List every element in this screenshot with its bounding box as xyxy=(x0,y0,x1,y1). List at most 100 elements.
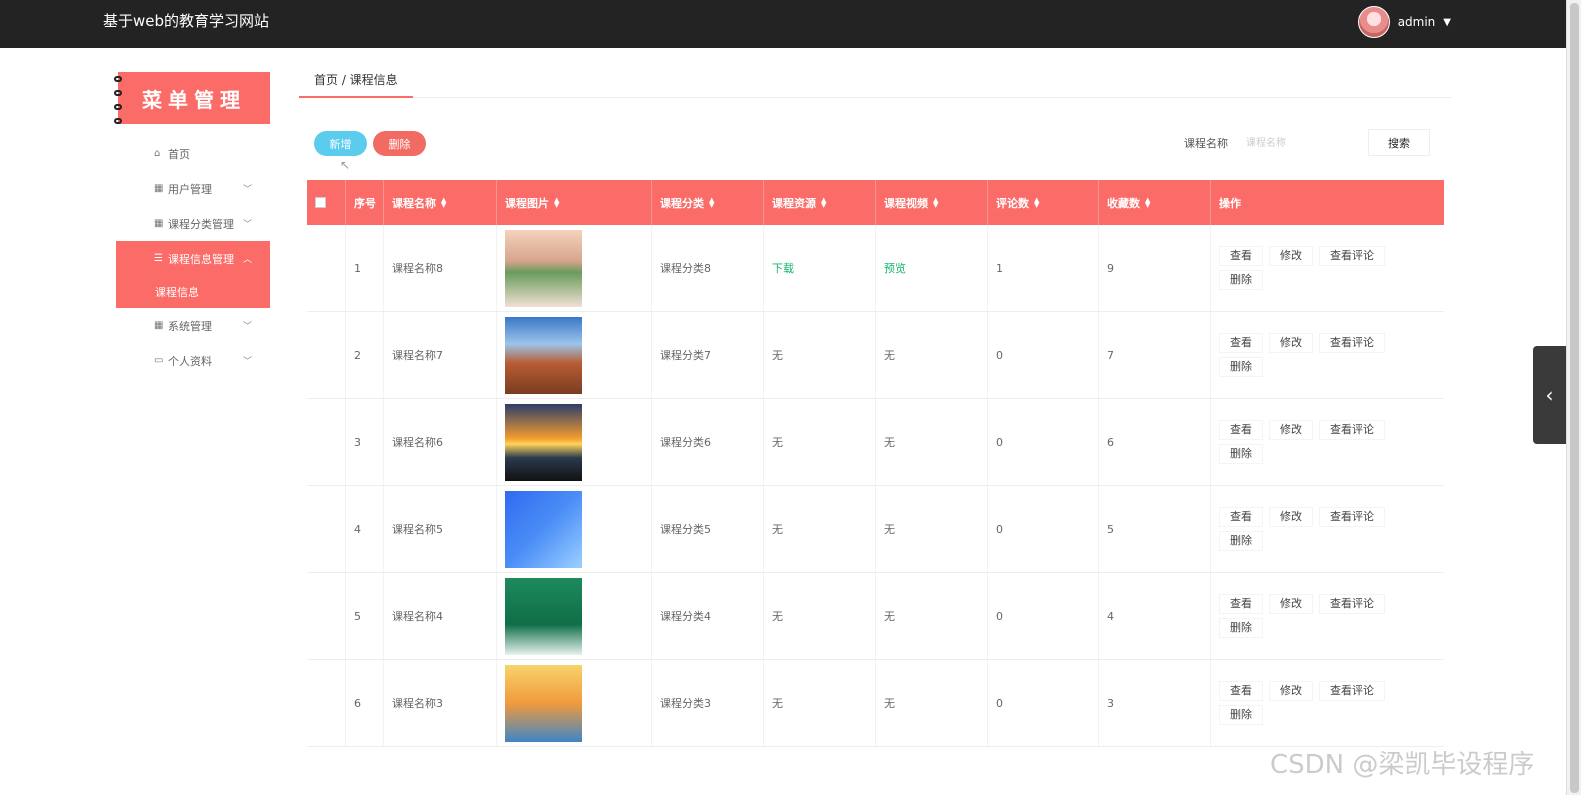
edit-button[interactable]: 修改 xyxy=(1269,420,1313,440)
sort-icon[interactable]: ▲ ▼ xyxy=(933,196,938,208)
search-input[interactable] xyxy=(1238,130,1366,156)
search-label: 课程名称 xyxy=(1184,137,1228,150)
view-comments-button[interactable]: 查看评论 xyxy=(1319,246,1385,266)
column-header[interactable]: 课程分类 ▲ ▼ xyxy=(652,180,764,225)
edit-button[interactable]: 修改 xyxy=(1269,246,1313,266)
delete-row-button[interactable]: 删除 xyxy=(1219,270,1263,290)
course-image[interactable] xyxy=(505,577,582,655)
sort-icon[interactable]: ▲ ▼ xyxy=(1145,196,1150,208)
table-row: 1 课程名称8 课程分类8 下载 预览 1 9 查看 修改 查看评论 删除 xyxy=(307,225,1444,312)
sidebar-item-home[interactable]: ⌂ 首页 xyxy=(116,136,270,171)
scrollbar-thumb[interactable] xyxy=(1570,3,1579,793)
course-image-cell xyxy=(497,573,652,659)
sort-icon[interactable]: ▲ ▼ xyxy=(554,196,559,208)
row-number: 4 xyxy=(346,486,384,572)
home-icon: ⌂ xyxy=(154,148,161,159)
edit-button[interactable]: 修改 xyxy=(1269,507,1313,527)
username[interactable]: admin xyxy=(1398,15,1436,29)
delete-row-button[interactable]: 删除 xyxy=(1219,357,1263,377)
favorite-count: 6 xyxy=(1099,399,1211,485)
delete-row-button[interactable]: 删除 xyxy=(1219,705,1263,725)
course-category: 课程分类8 xyxy=(652,225,764,311)
edit-button[interactable]: 修改 xyxy=(1269,594,1313,614)
avatar[interactable] xyxy=(1357,6,1390,38)
course-image[interactable] xyxy=(505,229,582,307)
collapse-tab[interactable]: ‹ xyxy=(1533,346,1566,444)
view-button[interactable]: 查看 xyxy=(1219,681,1263,701)
sidebar-item-users[interactable]: ▦ 用户管理 ﹀ xyxy=(116,171,270,206)
comment-count: 0 xyxy=(988,312,1099,398)
sidebar-item-system[interactable]: ▦ 系统管理 ﹀ xyxy=(116,308,270,343)
sort-icon[interactable]: ▲ ▼ xyxy=(709,196,714,208)
view-button[interactable]: 查看 xyxy=(1219,420,1263,440)
sidebar-item-course-info[interactable]: ☰ 课程信息管理 ︿ xyxy=(116,241,270,276)
watermark: CSDN @梁凯毕设程序 xyxy=(1270,750,1535,780)
course-video: 无 xyxy=(876,573,988,659)
view-button[interactable]: 查看 xyxy=(1219,246,1263,266)
delete-button[interactable]: 删除 xyxy=(373,131,426,156)
grid-icon: ▦ xyxy=(154,218,164,229)
add-button[interactable]: 新增 xyxy=(314,131,367,156)
table-header: 序号 课程名称 ▲ ▼ 课程图片 ▲ ▼ 课程分类 ▲ ▼ 课程资源 ▲ ▼ 课程视频 ▲ ▼ 评论… xyxy=(307,180,1444,225)
edit-button[interactable]: 修改 xyxy=(1269,333,1313,353)
grid-icon: ▦ xyxy=(154,320,164,331)
course-image[interactable] xyxy=(505,316,582,394)
delete-row-button[interactable]: 删除 xyxy=(1219,444,1263,464)
delete-row-button[interactable]: 删除 xyxy=(1219,618,1263,638)
list-icon: ☰ xyxy=(154,253,163,264)
sidebar-item-label: 用户管理 xyxy=(168,182,212,196)
course-video[interactable]: 预览 xyxy=(876,225,988,311)
view-button[interactable]: 查看 xyxy=(1219,594,1263,614)
column-header[interactable]: 收藏数 ▲ ▼ xyxy=(1099,180,1211,225)
select-all-checkbox[interactable] xyxy=(315,197,326,208)
delete-row-button[interactable]: 删除 xyxy=(1219,531,1263,551)
view-comments-button[interactable]: 查看评论 xyxy=(1319,681,1385,701)
column-header[interactable]: 课程资源 ▲ ▼ xyxy=(764,180,876,225)
course-image[interactable] xyxy=(505,490,582,568)
view-comments-button[interactable]: 查看评论 xyxy=(1319,333,1385,353)
view-comments-button[interactable]: 查看评论 xyxy=(1319,507,1385,527)
view-button[interactable]: 查看 xyxy=(1219,507,1263,527)
course-image[interactable] xyxy=(505,403,582,481)
row-actions: 查看 修改 查看评论删除 xyxy=(1211,312,1444,398)
chevron-down-icon: ﹀ xyxy=(242,220,252,230)
row-select-cell xyxy=(307,399,346,485)
course-resource[interactable]: 下载 xyxy=(764,225,876,311)
column-header[interactable]: 课程图片 ▲ ▼ xyxy=(497,180,652,225)
course-resource: 无 xyxy=(764,486,876,572)
menu-banner: 菜单管理 xyxy=(114,72,270,124)
course-resource: 无 xyxy=(764,312,876,398)
favorite-count: 5 xyxy=(1099,486,1211,572)
course-video: 无 xyxy=(876,312,988,398)
table-row: 4 课程名称5 课程分类5 无无 0 5 查看 修改 查看评论 删除 xyxy=(307,486,1444,573)
course-name: 课程名称6 xyxy=(384,399,497,485)
page-scrollbar[interactable] xyxy=(1566,0,1581,795)
caret-down-icon[interactable]: ▼ xyxy=(1443,17,1451,28)
favorite-count: 9 xyxy=(1099,225,1211,311)
view-button[interactable]: 查看 xyxy=(1219,333,1263,353)
chevron-down-icon: ﹀ xyxy=(242,357,252,367)
select-all-cell xyxy=(307,180,346,225)
user-menu[interactable]: admin ▼ xyxy=(1357,6,1451,38)
sidebar-subitem-course-info[interactable]: 课程信息 xyxy=(116,276,270,308)
sort-icon[interactable]: ▲ ▼ xyxy=(441,196,446,208)
sidebar-item-profile[interactable]: ▭ 个人资料 ﹀ xyxy=(116,343,270,378)
course-resource: 无 xyxy=(764,573,876,659)
sidebar-item-course-category[interactable]: ▦ 课程分类管理 ﹀ xyxy=(116,206,270,241)
sidebar-item-label: 个人资料 xyxy=(168,354,212,368)
view-comments-button[interactable]: 查看评论 xyxy=(1319,420,1385,440)
column-header[interactable]: 课程名称 ▲ ▼ xyxy=(384,180,497,225)
binder-rings-icon xyxy=(114,76,122,124)
course-image[interactable] xyxy=(505,664,582,742)
column-header[interactable]: 评论数 ▲ ▼ xyxy=(988,180,1099,225)
edit-button[interactable]: 修改 xyxy=(1269,681,1313,701)
sort-icon[interactable]: ▲ ▼ xyxy=(821,196,826,208)
course-name: 课程名称7 xyxy=(384,312,497,398)
chevron-left-icon[interactable]: ‹ xyxy=(1546,383,1554,407)
sort-icon[interactable]: ▲ ▼ xyxy=(1034,196,1039,208)
view-comments-button[interactable]: 查看评论 xyxy=(1319,594,1385,614)
breadcrumb-text[interactable]: 首页 / 课程信息 xyxy=(299,72,413,98)
top-bar: 基于web的教育学习网站 admin ▼ xyxy=(0,0,1566,48)
search-button[interactable]: 搜索 xyxy=(1368,129,1430,156)
column-header[interactable]: 课程视频 ▲ ▼ xyxy=(876,180,988,225)
